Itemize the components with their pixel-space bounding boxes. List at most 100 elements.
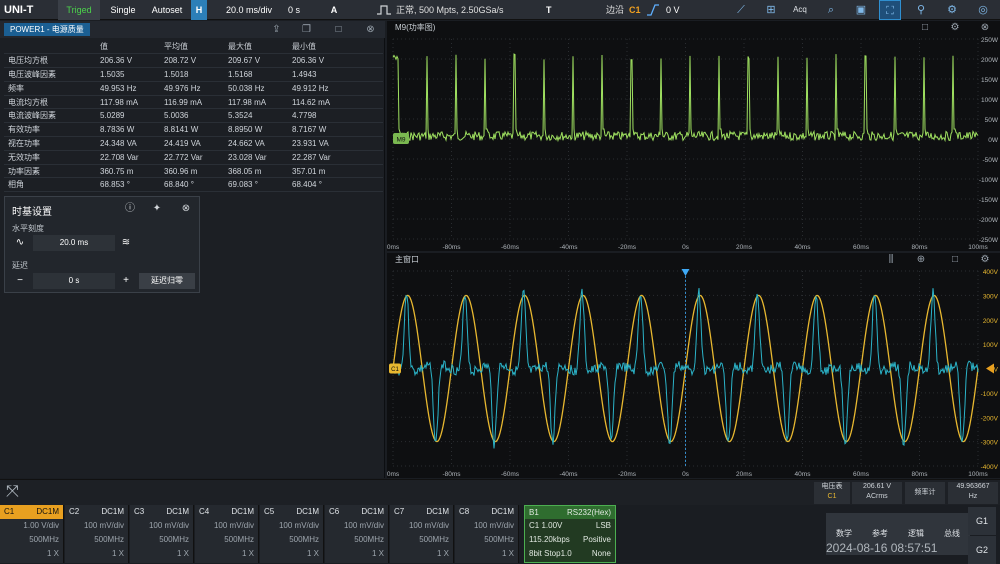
math-panel-title: M9(功率图) (395, 23, 436, 32)
save-icon[interactable]: ▣ (850, 0, 872, 20)
g2-button[interactable]: G2 (968, 536, 996, 564)
channel-scale: 100 mV/div (148, 521, 189, 530)
close-icon[interactable]: ⊗ (179, 202, 193, 216)
close-icon[interactable]: ⊗ (978, 22, 992, 34)
channel-scale: 100 mV/div (343, 521, 384, 530)
channel-c7-cell[interactable]: C7 DC1M 100 mV/div 500MHz 1 X (390, 505, 454, 563)
horizontal-badge[interactable]: H (191, 0, 207, 20)
x-tick-label: -80ms (442, 471, 461, 478)
delay-minus-button[interactable]: − (11, 273, 29, 289)
bus-row: 115.20kbps Positive (525, 533, 615, 547)
channel-c2-cell[interactable]: C2 DC1M 100 mV/div 500MHz 1 X (65, 505, 129, 563)
fine-wave-icon[interactable]: ≋ (117, 235, 135, 251)
trigger-source[interactable]: C1 (629, 0, 641, 20)
delay-label: 延迟 (12, 261, 28, 270)
channel-name: C6 (329, 507, 340, 516)
trigger-level[interactable]: 0 V (666, 0, 696, 20)
measurement-value: 24.662 VA (224, 136, 288, 151)
display-icon[interactable]: ◎ (972, 0, 994, 20)
search-icon[interactable]: ⌕ (820, 0, 842, 20)
measurement-value: 22.708 Var (96, 150, 160, 165)
trigger-type[interactable]: 边沿 (606, 0, 630, 20)
bus-b1-cell[interactable]: B1 RS232(Hex) C1 1.00V LSB 115.20kbps Posi… (524, 505, 616, 563)
channel-coupling: DC1M (361, 507, 384, 516)
measurement-value: 50.038 Hz (224, 81, 288, 96)
math-waveform-plot[interactable]: 250W 200W 150W 100W 50W 0W -50W -100W -150W -200W… (387, 35, 1000, 251)
delay-plus-button[interactable]: + (117, 273, 135, 289)
measurement-value: 8.7167 W (288, 122, 383, 138)
settings-icon[interactable]: ⚙ (941, 0, 963, 20)
channel-coupling: DC1M (101, 507, 124, 516)
x-tick-label: 80ms (912, 244, 929, 251)
measurement-value: 22.287 Var (288, 150, 383, 165)
utility-icon[interactable]: ⚲ (910, 0, 932, 20)
measurement-name: 有效功率 (4, 122, 96, 138)
measure-icon[interactable]: ⊞ (760, 0, 782, 20)
copy-icon[interactable]: ❐ (300, 23, 313, 36)
voltmeter-mode: ACrms (866, 493, 888, 500)
zoom-fit-icon[interactable]: ⛶ (879, 0, 901, 20)
trigger-status-button[interactable]: Triged (58, 0, 100, 20)
horizontal-offset[interactable]: 0 s (288, 0, 308, 20)
acquisition-info[interactable]: 正常, 500 Mpts, 2.50GSa/s (396, 0, 516, 20)
channel-probe: 1 X (176, 549, 189, 558)
acq-button[interactable]: Acq (789, 0, 811, 20)
y-tick-label: 300V (983, 293, 999, 300)
settings-icon[interactable]: ⚙ (978, 254, 992, 266)
frequency-counter-label[interactable]: 频率计 (905, 482, 945, 504)
autoset-button[interactable]: Autoset (146, 0, 188, 20)
maximize-icon[interactable]: □ (918, 22, 932, 34)
bus-row: C1 1.00V LSB (525, 519, 615, 533)
measurement-value: 49.912 Hz (288, 81, 383, 96)
y-tick-label: 50W (985, 117, 999, 124)
x-tick-label: 0ms (387, 244, 400, 251)
acquire-badge[interactable]: A (326, 0, 342, 20)
coarse-wave-icon[interactable]: ∿ (11, 235, 29, 251)
table-row: 无效功率 22.708 Var 22.772 Var 23.028 Var 22.287… (4, 150, 383, 165)
zoom-icon[interactable]: ⊕ (914, 254, 928, 266)
channel-c1-cell[interactable]: C1 DC1M 1.00 V/div 500MHz 1 X (0, 505, 64, 563)
cross-tool-icon[interactable]: ⤧ (6, 483, 19, 501)
channel-probe: 1 X (436, 549, 449, 558)
settings-icon[interactable]: ⚙ (948, 22, 962, 34)
export-icon[interactable]: ⇪ (270, 23, 283, 36)
measurement-name: 相角 (4, 177, 96, 193)
math-waveform-panel[interactable]: M9(功率图) □ ⚙ ⊗ 250W 200W 150W 100W 50W 0W -50W -… (387, 21, 1000, 251)
channel-probe: 1 X (371, 549, 384, 558)
main-waveform-panel[interactable]: 主窗口 ⫼ ⊕ □ ⚙ 400V 300V 200V 100V 0V -100V -200V… (387, 253, 1000, 478)
y-tick-label: -250W (979, 237, 999, 244)
main-waveform-plot[interactable]: 400V300V200V100V0V-100V-200V-300V-400V0m… (387, 267, 1000, 478)
measurement-value: 1.4943 (288, 67, 383, 82)
pin-icon[interactable]: ✦ (150, 202, 164, 216)
frequency-reading: 49.963667 Hz (948, 482, 998, 504)
y-tick-label: 100V (983, 342, 999, 349)
x-tick-label: 100ms (968, 471, 988, 478)
tab-power-quality[interactable]: POWER1 - 电源质量 (4, 23, 90, 36)
y-tick-label: -50W (982, 157, 998, 164)
time-per-div[interactable]: 20.0 ms/div (226, 0, 290, 20)
measurement-value: 5.3524 (224, 108, 288, 124)
x-tick-label: -80ms (442, 244, 461, 251)
cursor-icon[interactable]: ⫼ (884, 254, 898, 266)
channel-c5-cell[interactable]: C5 DC1M 100 mV/div 500MHz 1 X (260, 505, 324, 563)
single-button[interactable]: Single (104, 0, 142, 20)
delay-field[interactable]: 0 s (33, 273, 115, 289)
close-icon[interactable]: ⊗ (364, 23, 377, 36)
g1-button[interactable]: G1 (968, 507, 996, 535)
maximize-icon[interactable]: □ (948, 254, 962, 266)
channel-c8-cell[interactable]: C8 DC1M 100 mV/div 500MHz 1 X (455, 505, 519, 563)
channel-c4-cell[interactable]: C4 DC1M 100 mV/div 500MHz 1 X (195, 505, 259, 563)
delay-zero-button[interactable]: 延迟归零 (139, 273, 195, 289)
power-quality-table: 值 平均值 最大值 最小值 电压均方根 206.36 V 208.72 V 209.6… (4, 40, 383, 193)
voltmeter-label[interactable]: 电压表 C1 (814, 482, 850, 504)
bus-button[interactable]: 总线 (934, 513, 970, 555)
channel-c6-cell[interactable]: C6 DC1M 100 mV/div 500MHz 1 X (325, 505, 389, 563)
channel-bandwidth: 500MHz (484, 535, 514, 544)
cursor-icon[interactable]: ⟋ (730, 0, 752, 20)
channel-coupling: DC1M (36, 507, 59, 516)
help-icon[interactable]: ⓘ (123, 202, 137, 216)
channel-c3-cell[interactable]: C3 DC1M 100 mV/div 500MHz 1 X (130, 505, 194, 563)
maximize-icon[interactable]: □ (332, 23, 345, 36)
h-scale-field[interactable]: 20.0 ms (33, 235, 115, 251)
trigger-badge[interactable]: T (546, 0, 558, 20)
